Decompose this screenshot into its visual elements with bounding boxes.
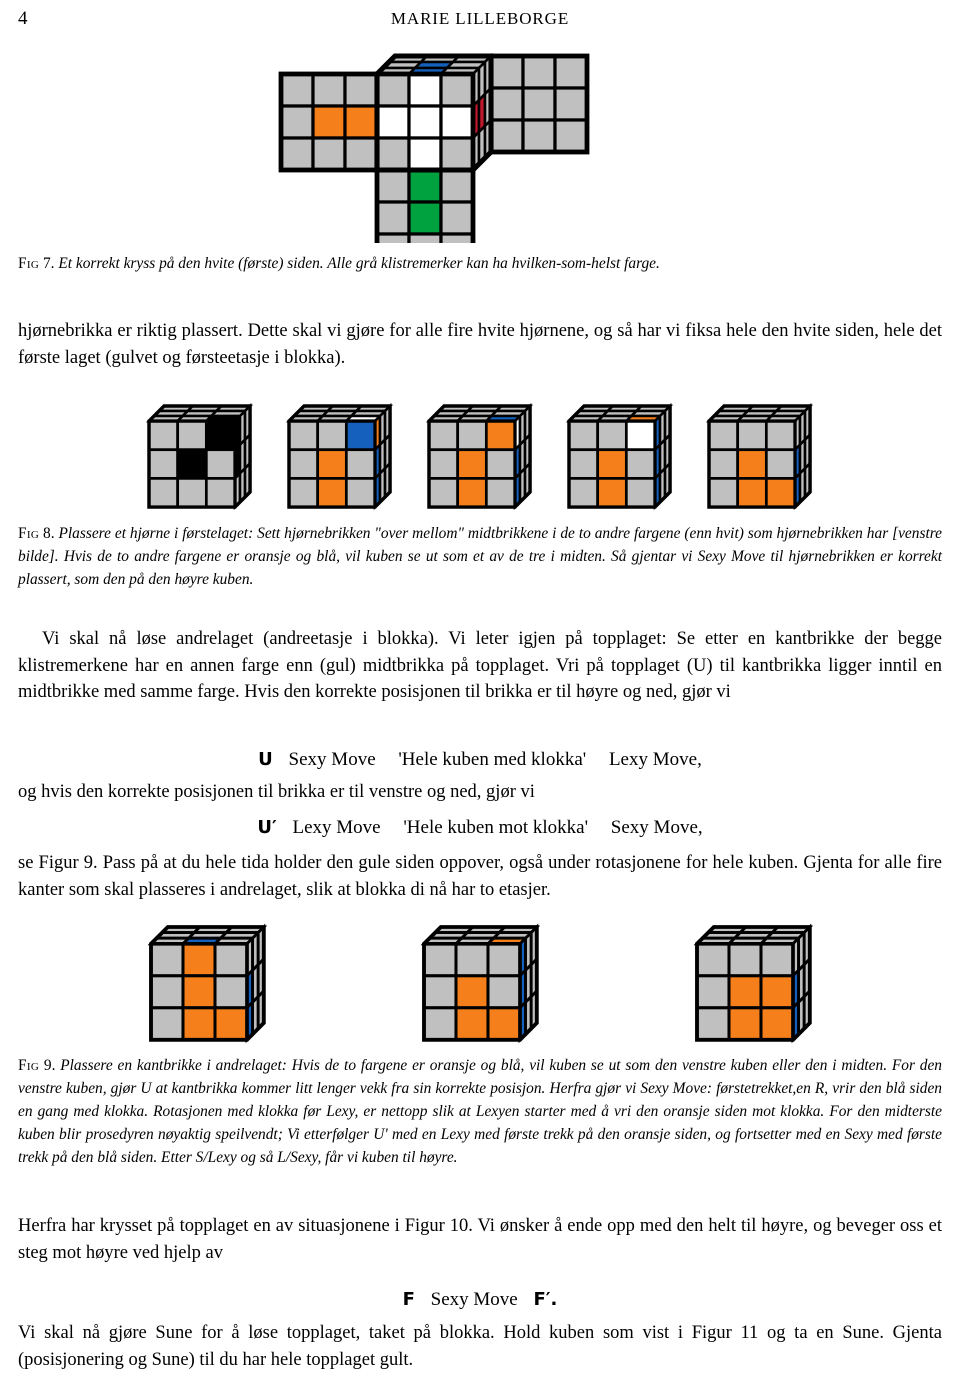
formula-3-block: F Sexy Move F′. <box>18 1285 942 1315</box>
cube-variant-1 <box>285 402 394 511</box>
figure-7-caption-block: Fig 7. Et korrekt kryss på den hvite (fø… <box>18 252 942 275</box>
formula-2-move-u-prime: U′ <box>257 817 277 838</box>
cube-variant-3 <box>565 402 674 511</box>
paragraph-4: se Figur 9. Pass på at du hele tida hold… <box>18 853 942 900</box>
formula-2-rotation: 'Hele kuben mot klokka' <box>403 817 589 838</box>
figure-8-caption-text: Plassere et hjørne i førstelaget: Sett h… <box>18 525 942 588</box>
paragraph-1-block: hjørnebrikka er riktig plassert. Dette s… <box>18 318 942 371</box>
figure-7-label: Fig <box>18 255 40 272</box>
paragraph-4-block: se Figur 9. Pass på at du hele tida hold… <box>18 850 942 903</box>
figure-9-number: 9. <box>43 1057 56 1074</box>
formula-2: U′ Lexy Move 'Hele kuben mot klokka' Sex… <box>18 813 942 843</box>
figure-9-caption-text: Plassere en kantbrikke i andrelaget: Hvi… <box>18 1057 942 1166</box>
running-head: 4 MARIE LILLEBORGE <box>0 8 960 34</box>
formula-3-move-f: F <box>402 1289 415 1310</box>
figure-8-images <box>0 396 960 512</box>
formula-2-sexy-move: Sexy Move, <box>610 817 703 838</box>
paragraph-5: Herfra har krysset på topplaget en av si… <box>18 1216 942 1263</box>
figure-9-caption-block: Fig 9. Plassere en kantbrikke i andrelag… <box>18 1054 942 1169</box>
paragraph-3-block: og hvis den korrekte posisjonen til brik… <box>18 779 942 806</box>
formula-1: U Sexy Move 'Hele kuben med klokka' Lexy… <box>18 745 942 775</box>
paragraph-2-block: Vi skal nå løse andrelaget (andreetasje … <box>18 626 942 706</box>
paragraph-2: Vi skal nå løse andrelaget (andreetasje … <box>18 629 942 702</box>
formula-1-block: U Sexy Move 'Hele kuben med klokka' Lexy… <box>18 745 942 775</box>
figure-7-image <box>0 38 960 243</box>
cube-solved-corner <box>705 402 814 511</box>
formula-1-sexy-move: Sexy Move <box>288 749 376 770</box>
figure-8-caption-block: Fig 8. Plassere et hjørne i førstelaget:… <box>18 522 942 591</box>
cube-variant-2 <box>425 402 534 511</box>
figure-7-caption: Fig 7. Et korrekt kryss på den hvite (fø… <box>18 252 942 275</box>
figure-9-images <box>0 916 960 1044</box>
cube-edge-right <box>693 923 813 1044</box>
figure-8-caption: Fig 8. Plassere et hjørne i førstelaget:… <box>18 522 942 591</box>
formula-2-block: U′ Lexy Move 'Hele kuben mot klokka' Sex… <box>18 813 942 843</box>
figure-7-number: 7. <box>42 255 55 272</box>
cube-edge-middle <box>420 923 540 1044</box>
formula-3-move-f-prime: F′. <box>533 1289 558 1310</box>
paragraph-6-block: Vi skal nå gjøre Sune for å løse topplag… <box>18 1320 942 1373</box>
formula-3: F Sexy Move F′. <box>18 1285 942 1315</box>
paragraph-5-block: Herfra har krysset på topplaget en av si… <box>18 1213 942 1266</box>
figure-8-label: Fig <box>18 525 40 542</box>
cube-corner-target <box>145 402 254 511</box>
figure-9-caption: Fig 9. Plassere en kantbrikke i andrelag… <box>18 1054 942 1169</box>
formula-2-lexy-move: Lexy Move <box>292 817 381 838</box>
figure-9-label: Fig <box>18 1057 40 1074</box>
paragraph-1: hjørnebrikka er riktig plassert. Dette s… <box>18 321 942 368</box>
cross-net-diagram <box>278 52 590 243</box>
cube-edge-left <box>147 923 267 1044</box>
figure-7-caption-text: Et korrekt kryss på den hvite (første) s… <box>58 255 660 272</box>
document-page: 4 MARIE LILLEBORGE Fig 7. Et korrekt kry… <box>0 0 960 1376</box>
paragraph-3: og hvis den korrekte posisjonen til brik… <box>18 782 535 802</box>
figure-8-number: 8. <box>43 525 55 542</box>
formula-1-rotation: 'Hele kuben med klokka' <box>398 749 587 770</box>
formula-3-sexy-move: Sexy Move <box>430 1289 518 1310</box>
formula-1-move-u: U <box>258 749 273 770</box>
formula-1-lexy-move: Lexy Move, <box>608 749 702 770</box>
running-title: MARIE LILLEBORGE <box>390 9 570 28</box>
paragraph-6: Vi skal nå gjøre Sune for å løse topplag… <box>18 1323 942 1370</box>
